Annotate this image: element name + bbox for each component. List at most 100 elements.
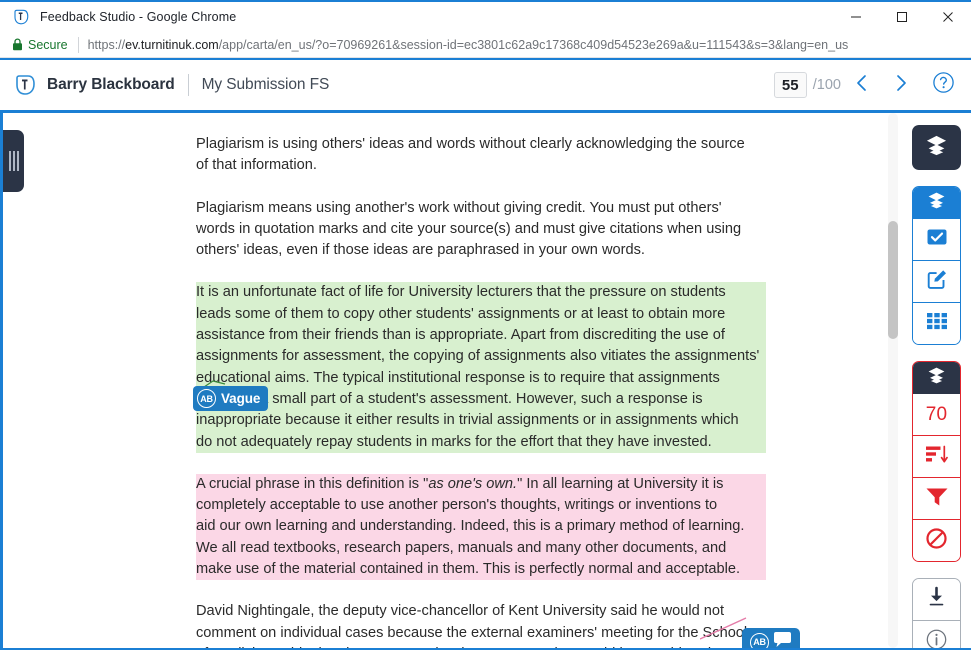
window-controls	[833, 2, 971, 32]
paragraph-line: inappropriate because it either results …	[196, 410, 766, 432]
match-overview-button[interactable]	[913, 436, 960, 477]
browser-address-bar[interactable]: Secure https://ev.turnitinuk.com/app/car…	[0, 32, 971, 58]
grid-rubric-icon	[926, 311, 948, 336]
lock-icon	[12, 38, 23, 51]
paragraph-5: David Nightingale, the deputy vice-chanc…	[196, 601, 766, 648]
previous-submission-button[interactable]	[841, 67, 881, 103]
app-header: Barry Blackboard My Submission FS 55 /10…	[0, 60, 971, 110]
paragraph-line: Plagiarism means using another's work wi…	[196, 199, 722, 216]
download-icon	[926, 586, 947, 613]
download-button[interactable]	[913, 579, 960, 620]
paragraph-line: only form a small part of a student's as…	[196, 388, 766, 411]
active-layers-button[interactable]	[912, 125, 961, 170]
quickmark-label: Vague	[221, 391, 261, 406]
document-text: Plagiarism is using others' ideas and wo…	[196, 134, 766, 648]
header-divider	[187, 74, 189, 96]
pencil-edit-icon	[925, 267, 949, 296]
excluded-sources-button[interactable]	[913, 520, 960, 561]
turnitin-logo-icon	[12, 72, 38, 98]
exclude-prohibited-icon	[925, 527, 948, 555]
panel-handle-icon	[8, 151, 19, 171]
similarity-score-button[interactable]: 70	[913, 394, 960, 435]
info-circle-icon	[925, 628, 948, 650]
similarity-score: 70	[925, 403, 948, 425]
header-actions: 55 /100	[773, 60, 963, 110]
url-scheme: https://	[87, 37, 126, 52]
left-panel-toggle[interactable]	[3, 130, 24, 192]
user-name: Barry Blackboard	[47, 76, 175, 93]
paragraph-line: completely acceptable to use another per…	[196, 495, 766, 517]
paragraph-line: aid our own learning and understanding. …	[196, 516, 766, 538]
filter-funnel-icon	[925, 486, 949, 512]
paragraph-3-green-highlight[interactable]: It is an unfortunate fact of life for Un…	[196, 282, 766, 453]
url-host: ev.turnitinuk.com	[125, 37, 219, 52]
address-divider	[77, 36, 79, 53]
submission-title: My Submission FS	[201, 76, 330, 93]
grading-layer-toggle[interactable]	[913, 187, 960, 219]
paragraph-line: It is an unfortunate fact of life for Un…	[196, 282, 766, 304]
window-title: Feedback Studio - Google Chrome	[40, 10, 237, 24]
paragraph-line: We all read textbooks, research papers, …	[196, 537, 766, 560]
right-toolbar: 70	[912, 125, 961, 650]
layers-group	[912, 125, 961, 170]
paragraph-1: Plagiarism is using others' ideas and wo…	[196, 134, 766, 177]
paragraph-line: leads some of them to copy other student…	[196, 303, 766, 326]
layers-icon	[927, 366, 946, 390]
rubric-button[interactable]	[913, 303, 960, 344]
minimize-button[interactable]	[833, 2, 879, 32]
document-scrollbar-track[interactable]	[888, 113, 898, 648]
document-scrollbar-thumb[interactable]	[888, 221, 898, 339]
address-url: https://ev.turnitinuk.com/app/carta/en_u…	[88, 38, 849, 52]
quickmark-vague-tag[interactable]: AB Vague	[193, 386, 269, 411]
paragraph-line: words in quotation marks and cite your s…	[196, 220, 742, 237]
avatar: AB	[197, 389, 216, 408]
paragraph-line: make use of the material contained in th…	[196, 559, 766, 581]
document-page: Plagiarism is using others' ideas and wo…	[24, 113, 871, 648]
layers-icon	[927, 191, 946, 215]
url-path: /app/carta/en_us/?o=70969261&session-id=…	[218, 37, 849, 52]
paragraph-line: assignments for assessment, the copying …	[196, 346, 766, 368]
paragraph-line: Plagiarism is using others' ideas and wo…	[196, 136, 745, 152]
paragraph-line: educational aims. The typical institutio…	[196, 367, 766, 389]
utility-tools-group	[912, 578, 961, 650]
feedback-summary-button[interactable]	[913, 261, 960, 302]
speech-bubble-icon	[773, 631, 792, 648]
paragraph-4-pink-highlight[interactable]: A crucial phrase in this definition is "…	[196, 473, 766, 581]
submission-info-button[interactable]	[913, 621, 960, 650]
paragraph-line: A crucial phrase in this definition is "…	[196, 473, 766, 496]
help-button[interactable]	[923, 67, 963, 103]
turnitin-logo-icon	[10, 6, 32, 28]
maximize-button[interactable]	[879, 2, 925, 32]
feedback-studio-window: Feedback Studio - Google Chrome Secure h…	[0, 0, 971, 650]
avatar: AB	[750, 632, 769, 648]
paragraph-line: assistance from their friends than is ap…	[196, 325, 766, 347]
next-submission-button[interactable]	[881, 67, 921, 103]
paragraph-line: of that information.	[196, 157, 317, 174]
question-mark-circle-icon	[932, 71, 955, 99]
filters-settings-button[interactable]	[913, 478, 960, 519]
paragraph-line: do not adequately repay students in mark…	[196, 431, 766, 453]
similarity-layer-toggle[interactable]	[913, 362, 960, 394]
security-status-label: Secure	[28, 37, 68, 52]
browser-title-bar: Feedback Studio - Google Chrome	[0, 0, 971, 32]
grading-tools-group	[912, 186, 961, 345]
grade-input[interactable]: 55	[773, 72, 807, 98]
italic-phrase: as one's own.	[428, 475, 518, 492]
quickmarks-button[interactable]	[913, 219, 960, 260]
inline-comment-marker[interactable]: AB	[742, 628, 800, 648]
left-rail	[0, 113, 3, 648]
paragraph-line: others' ideas, even if those ideas are p…	[196, 242, 645, 259]
document-viewport: Plagiarism is using others' ideas and wo…	[0, 113, 971, 648]
layers-icon	[925, 134, 948, 162]
close-button[interactable]	[925, 2, 971, 32]
paragraph-line: comment on individual cases because the …	[196, 624, 748, 641]
similarity-tools-group: 70	[912, 361, 961, 562]
match-overview-icon	[925, 444, 948, 470]
grade-max-label: /100	[812, 77, 841, 93]
checkmark-box-icon	[925, 225, 949, 254]
grade-value: 55	[781, 76, 799, 94]
chevron-right-icon	[893, 73, 910, 98]
paragraph-line: David Nightingale, the deputy vice-chanc…	[196, 603, 725, 620]
chevron-left-icon	[853, 73, 870, 98]
paragraph-2: Plagiarism means using another's work wi…	[196, 198, 766, 262]
